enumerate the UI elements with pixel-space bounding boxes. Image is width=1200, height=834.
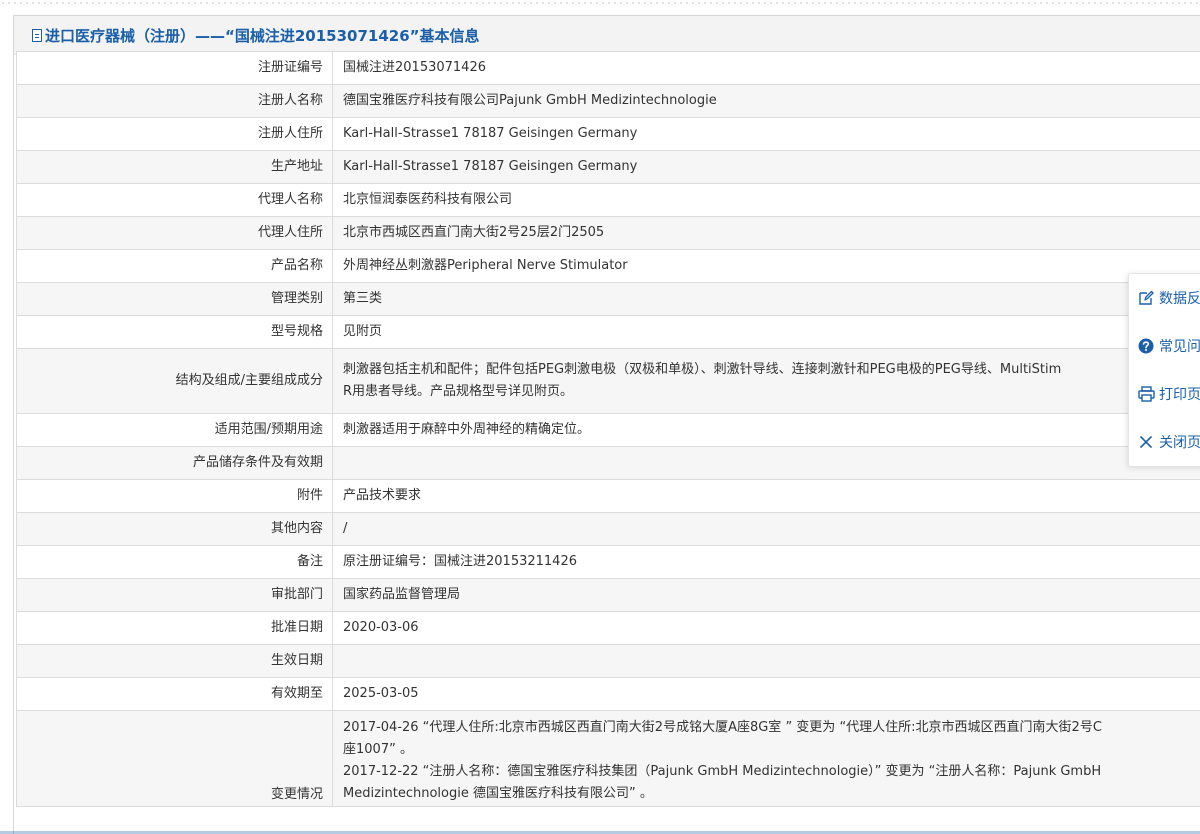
- row-label: 有效期至: [16, 677, 333, 711]
- table-row: 附件 产品技术要求: [16, 479, 1200, 513]
- row-value: 北京市西城区西直门南大街2号25层2门2505: [332, 216, 1200, 250]
- row-value: Karl-Hall-Strasse1 78187 Geisingen Germa…: [332, 117, 1200, 151]
- row-label: 注册人住所: [16, 117, 333, 151]
- data-feedback-button[interactable]: 数据反: [1129, 274, 1200, 322]
- page: 进口医疗器械（注册）——“国械注进20153071426”基本信息 注册证编号 …: [0, 0, 1200, 834]
- row-label: 注册人名称: [16, 84, 333, 118]
- table-row: 结构及组成/主要组成成分 刺激器包括主机和配件；配件包括PEG刺激电极（双极和单…: [16, 348, 1200, 414]
- row-value: 刺激器包括主机和配件；配件包括PEG刺激电极（双极和单极）、刺激针导线、连接刺激…: [332, 348, 1200, 414]
- table-row: 注册人住所 Karl-Hall-Strasse1 78187 Geisingen…: [16, 117, 1200, 151]
- row-label: 代理人住所: [16, 216, 333, 250]
- row-label: 代理人名称: [16, 183, 333, 217]
- row-label: 审批部门: [16, 578, 333, 612]
- row-label: 结构及组成/主要组成成分: [16, 348, 333, 414]
- row-label: 备注: [16, 545, 333, 579]
- table-row: 产品名称 外周神经丛刺激器Peripheral Nerve Stimulator: [16, 249, 1200, 283]
- row-label: 生产地址: [16, 150, 333, 184]
- table-row: 注册人名称 德国宝雅医疗科技有限公司Pajunk GmbH Medizintec…: [16, 84, 1200, 118]
- table-row: 变更情况 2017-04-26 “代理人住所:北京市西城区西直门南大街2号成铭大…: [16, 710, 1200, 807]
- row-value: Karl-Hall-Strasse1 78187 Geisingen Germa…: [332, 150, 1200, 184]
- row-value: /: [332, 512, 1200, 546]
- table-row: 生效日期: [16, 644, 1200, 678]
- table-row: 管理类别 第三类: [16, 282, 1200, 316]
- row-label: 产品储存条件及有效期: [16, 446, 333, 480]
- row-label: 其他内容: [16, 512, 333, 546]
- row-value: 2017-04-26 “代理人住所:北京市西城区西直门南大街2号成铭大厦A座8G…: [332, 710, 1200, 807]
- table-row: 生产地址 Karl-Hall-Strasse1 78187 Geisingen …: [16, 150, 1200, 184]
- row-value: 刺激器适用于麻醉中外周神经的精确定位。: [332, 413, 1200, 447]
- row-value: 2020-03-06: [332, 611, 1200, 645]
- table-row: 代理人名称 北京恒润泰医药科技有限公司: [16, 183, 1200, 217]
- row-label: 批准日期: [16, 611, 333, 645]
- table-row: 备注 原注册证编号：国械注进20153211426: [16, 545, 1200, 579]
- table-row: 其他内容 /: [16, 512, 1200, 546]
- table-row: 产品储存条件及有效期: [16, 446, 1200, 480]
- table-row: 注册证编号 国械注进20153071426: [16, 51, 1200, 85]
- row-label: 附件: [16, 479, 333, 513]
- side-item-label: 数据反: [1159, 291, 1200, 307]
- row-label: 型号规格: [16, 315, 333, 349]
- row-label: 生效日期: [16, 644, 333, 678]
- side-item-label: 常见问: [1159, 339, 1200, 355]
- row-value: 见附页: [332, 315, 1200, 349]
- side-item-label: 关闭页: [1159, 435, 1200, 451]
- row-label: 注册证编号: [16, 51, 333, 85]
- row-value: 国家药品监督管理局: [332, 578, 1200, 612]
- table-row: 适用范围/预期用途 刺激器适用于麻醉中外周神经的精确定位。: [16, 413, 1200, 447]
- row-value: 原注册证编号：国械注进20153211426: [332, 545, 1200, 579]
- side-item-label: 打印页: [1159, 387, 1200, 403]
- row-value: 外周神经丛刺激器Peripheral Nerve Stimulator: [332, 249, 1200, 283]
- print-page-button[interactable]: 打印页: [1129, 370, 1200, 418]
- side-tool-panel: 数据反 常见问 打印页 关闭页: [1128, 273, 1200, 467]
- row-value: 第三类: [332, 282, 1200, 316]
- panel-title-bar: 进口医疗器械（注册）——“国械注进20153071426”基本信息: [14, 16, 1200, 55]
- page-title: 进口医疗器械（注册）——“国械注进20153071426”基本信息: [45, 26, 480, 45]
- help-icon: [1137, 337, 1155, 355]
- row-value: 产品技术要求: [332, 479, 1200, 513]
- top-dotted-border: [0, 0, 1200, 8]
- row-label: 产品名称: [16, 249, 333, 283]
- document-icon: [32, 28, 42, 42]
- table-row: 有效期至 2025-03-05: [16, 677, 1200, 711]
- row-value: 国械注进20153071426: [332, 51, 1200, 85]
- row-label: 管理类别: [16, 282, 333, 316]
- row-value: 北京恒润泰医药科技有限公司: [332, 183, 1200, 217]
- faq-button[interactable]: 常见问: [1129, 322, 1200, 370]
- table-row: 型号规格 见附页: [16, 315, 1200, 349]
- table-row: 审批部门 国家药品监督管理局: [16, 578, 1200, 612]
- row-value: 2025-03-05: [332, 677, 1200, 711]
- close-icon: [1137, 433, 1155, 451]
- table-row: 代理人住所 北京市西城区西直门南大街2号25层2门2505: [16, 216, 1200, 250]
- row-label: 适用范围/预期用途: [16, 413, 333, 447]
- info-table: 注册证编号 国械注进20153071426 注册人名称 德国宝雅医疗科技有限公司…: [16, 51, 1200, 807]
- row-value: [332, 446, 1200, 480]
- row-value: [332, 644, 1200, 678]
- row-label: 变更情况: [16, 710, 333, 807]
- close-page-button[interactable]: 关闭页: [1129, 418, 1200, 466]
- print-icon: [1137, 385, 1155, 403]
- row-value: 德国宝雅医疗科技有限公司Pajunk GmbH Medizintechnolog…: [332, 84, 1200, 118]
- table-row: 批准日期 2020-03-06: [16, 611, 1200, 645]
- edit-icon: [1137, 289, 1155, 307]
